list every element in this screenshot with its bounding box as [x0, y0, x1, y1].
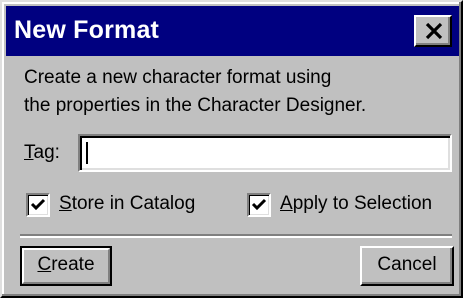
checkmark-icon: [251, 198, 267, 211]
create-rest: reate: [51, 254, 95, 275]
close-icon: [425, 22, 443, 40]
text-caret: [86, 142, 88, 164]
apply-to-selection-label[interactable]: Apply to Selection: [280, 193, 432, 215]
description-line-2: the properties in the Character Designer…: [24, 95, 367, 116]
create-button[interactable]: Create: [20, 246, 112, 286]
separator-line: [20, 234, 452, 238]
store-in-catalog-label[interactable]: Store in Catalog: [59, 193, 195, 215]
dialog-title: New Format: [14, 16, 160, 44]
tag-label-rest: ag:: [33, 142, 60, 163]
tag-label-mnemonic: T: [24, 142, 34, 163]
tag-label: Tag:: [24, 142, 60, 164]
new-format-dialog: New Format Create a new character format…: [0, 0, 463, 298]
description-line-1: Create a new character format using: [24, 67, 332, 88]
title-bar[interactable]: New Format: [6, 6, 459, 56]
apply-to-selection-mnemonic: A: [280, 193, 293, 214]
store-in-catalog-mnemonic: S: [59, 193, 72, 214]
cancel-button-label: Cancel: [377, 254, 437, 275]
store-in-catalog-checkbox[interactable]: [26, 193, 50, 217]
tag-input[interactable]: [78, 134, 452, 172]
checkmark-icon: [30, 198, 46, 211]
store-in-catalog-rest: tore in Catalog: [71, 193, 196, 214]
apply-to-selection-checkbox[interactable]: [247, 193, 271, 217]
create-button-label: Create: [37, 254, 94, 275]
close-button[interactable]: [414, 15, 452, 47]
create-mnemonic: C: [37, 254, 52, 275]
apply-to-selection-rest: pply to Selection: [292, 193, 433, 214]
cancel-button[interactable]: Cancel: [360, 246, 454, 286]
description-text: Create a new character format using the …: [24, 64, 366, 120]
